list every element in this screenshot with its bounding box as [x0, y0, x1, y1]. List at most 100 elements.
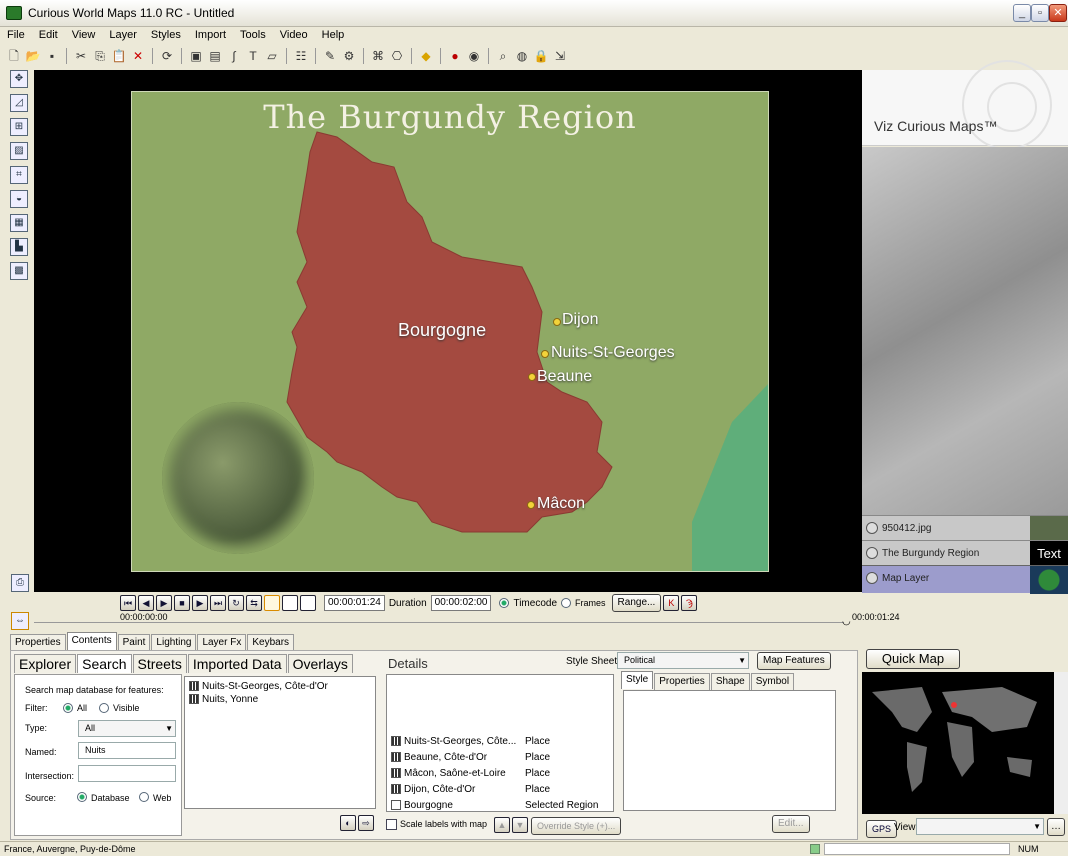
menu-layer[interactable]: Layer — [102, 28, 144, 43]
menu-import[interactable]: Import — [188, 28, 233, 43]
table-row[interactable]: Beaune, Côte-d'Or Place — [391, 751, 550, 765]
layer-item[interactable]: The Burgundy Region Text — [862, 540, 1068, 566]
quick-map-button[interactable]: Quick Map — [866, 649, 960, 669]
add-to-map-icon[interactable]: ⇨ — [358, 815, 374, 831]
open-folder-icon[interactable]: 📂 — [25, 48, 41, 64]
globe-icon[interactable]: ◒ — [10, 190, 28, 208]
menu-tools[interactable]: Tools — [233, 28, 273, 43]
diamond-icon[interactable]: ◆ — [418, 48, 434, 64]
frame-icon[interactable]: ▣ — [188, 48, 204, 64]
quick-map-view[interactable] — [862, 672, 1068, 814]
tools-icon[interactable]: ✎ — [322, 48, 338, 64]
copy-icon[interactable]: ⎘ — [92, 48, 108, 64]
chart-icon[interactable]: ▙ — [10, 238, 28, 256]
timeline-handle-icon[interactable]: ◡ — [842, 616, 851, 627]
move-up-icon[interactable]: ▲ — [494, 817, 510, 833]
paste-icon[interactable]: 📋 — [111, 48, 127, 64]
text-tool-icon[interactable]: T — [245, 48, 261, 64]
range-button[interactable]: Range... — [611, 594, 662, 612]
maximize-icon[interactable]: ▫ — [1031, 4, 1049, 22]
tab-streets[interactable]: Streets — [132, 654, 187, 673]
visibility-eye-icon[interactable] — [866, 547, 878, 559]
tab-layer-fx[interactable]: Layer Fx — [197, 634, 247, 650]
bounce-icon[interactable]: ⇆ — [246, 595, 262, 611]
scale-labels-checkbox[interactable] — [386, 819, 397, 830]
tab-shape[interactable]: Shape — [710, 673, 750, 691]
tab-search[interactable]: Search — [77, 654, 132, 673]
move-icon[interactable]: ✥ — [10, 70, 28, 88]
map-features-button[interactable]: Map Features — [757, 652, 831, 670]
close-icon[interactable]: ✕ — [1049, 4, 1067, 22]
minimize-icon[interactable]: _ — [1013, 4, 1031, 22]
menu-edit[interactable]: Edit — [32, 28, 65, 43]
layer-item[interactable]: 950412.jpg — [862, 515, 1068, 540]
edit-button[interactable]: Edit... — [772, 815, 810, 833]
grid-icon[interactable]: ▦ — [10, 214, 28, 232]
blank-swatch-icon[interactable] — [282, 595, 298, 611]
intersection-input[interactable] — [78, 765, 176, 782]
tab-style[interactable]: Style — [621, 671, 654, 689]
refresh-icon[interactable]: ⟳ — [159, 48, 175, 64]
tab-properties[interactable]: Properties — [10, 634, 66, 650]
visibility-eye-icon[interactable] — [866, 522, 878, 534]
output-icon[interactable]: ⎙ — [11, 574, 29, 592]
go-start-icon[interactable]: K — [663, 595, 680, 611]
visibility-eye-icon[interactable] — [866, 572, 878, 584]
table-row[interactable]: Bourgogne Selected Region — [391, 799, 598, 813]
step-forward-icon[interactable]: ▶ — [192, 595, 208, 611]
zoom-slider[interactable] — [1054, 672, 1068, 814]
go-end-icon[interactable]: Ϡ — [681, 595, 698, 611]
timeline-track[interactable] — [34, 622, 844, 623]
list-item[interactable]: Nuits-St-Georges, Côte-d'Or — [185, 680, 375, 693]
list-item[interactable]: Nuits, Yonne — [185, 693, 375, 706]
lock-icon[interactable]: 🔒 — [533, 48, 549, 64]
globe-preview[interactable] — [862, 147, 1068, 515]
map-canvas[interactable]: The Burgundy Region Bourgogne Dijon Nuit… — [131, 91, 769, 572]
tab-overlays[interactable]: Overlays — [287, 654, 353, 673]
blank-swatch-icon[interactable] — [300, 595, 316, 611]
palette-icon[interactable]: ▩ — [10, 262, 28, 280]
stop-icon[interactable]: ■ — [174, 595, 190, 611]
loop-icon[interactable]: ↻ — [228, 595, 244, 611]
duration-field[interactable]: 00:00:02:00 — [430, 595, 492, 611]
tab-paint[interactable]: Paint — [117, 634, 151, 650]
map-select-icon[interactable]: ⊞ — [10, 118, 28, 136]
film-icon[interactable]: ▤ — [207, 48, 223, 64]
menu-help[interactable]: Help — [315, 28, 352, 43]
tab-imported-data[interactable]: Imported Data — [187, 654, 287, 673]
play-icon[interactable]: ▶ — [156, 595, 172, 611]
tab-symbol[interactable]: Symbol — [750, 673, 795, 691]
named-input[interactable]: Nuits — [78, 742, 176, 759]
network-icon[interactable]: ⌘ — [370, 48, 386, 64]
color-swatch-icon[interactable] — [264, 595, 280, 611]
new-file-icon[interactable]: 🗋 — [6, 48, 22, 64]
globe-tool-icon[interactable]: ◍ — [514, 48, 530, 64]
table-row[interactable]: Nuits-St-Georges, Côte... Place — [391, 735, 550, 749]
override-style-button[interactable]: Override Style (+)... — [531, 817, 622, 835]
type-select[interactable]: All ▼ — [78, 720, 176, 737]
filter-visible-radio[interactable] — [99, 703, 109, 713]
rewind-icon[interactable]: ⏮ — [120, 595, 136, 611]
tab-contents[interactable]: Contents — [66, 632, 117, 650]
export-icon[interactable]: ⇲ — [552, 48, 568, 64]
image-icon[interactable]: ▨ — [10, 142, 28, 160]
menu-styles[interactable]: Styles — [144, 28, 188, 43]
save-icon[interactable]: ▪ — [44, 48, 60, 64]
delete-icon[interactable]: ✕ — [130, 48, 146, 64]
crop-icon[interactable]: ⌗ — [10, 166, 28, 184]
shape-tool-icon[interactable]: ▱ — [264, 48, 280, 64]
cut-icon[interactable]: ✂ — [73, 48, 89, 64]
route-icon[interactable]: ∫ — [226, 48, 242, 64]
record-icon[interactable]: ● — [447, 48, 463, 64]
current-time-field[interactable]: 00:00:01:24 — [324, 595, 385, 611]
menu-file[interactable]: File — [0, 28, 32, 43]
frames-radio[interactable] — [561, 598, 572, 608]
timeline-icon[interactable]: ⇔ — [11, 612, 29, 630]
settings-icon[interactable]: ⚙ — [341, 48, 357, 64]
filter-all-radio[interactable] — [63, 703, 73, 713]
source-database-radio[interactable] — [77, 792, 87, 802]
tab-explorer[interactable]: Explorer — [14, 654, 77, 673]
fast-forward-icon[interactable]: ⏭ — [210, 595, 226, 611]
timecode-radio[interactable] — [499, 598, 510, 608]
table-row[interactable]: Mâcon, Saône-et-Loire Place — [391, 767, 550, 781]
